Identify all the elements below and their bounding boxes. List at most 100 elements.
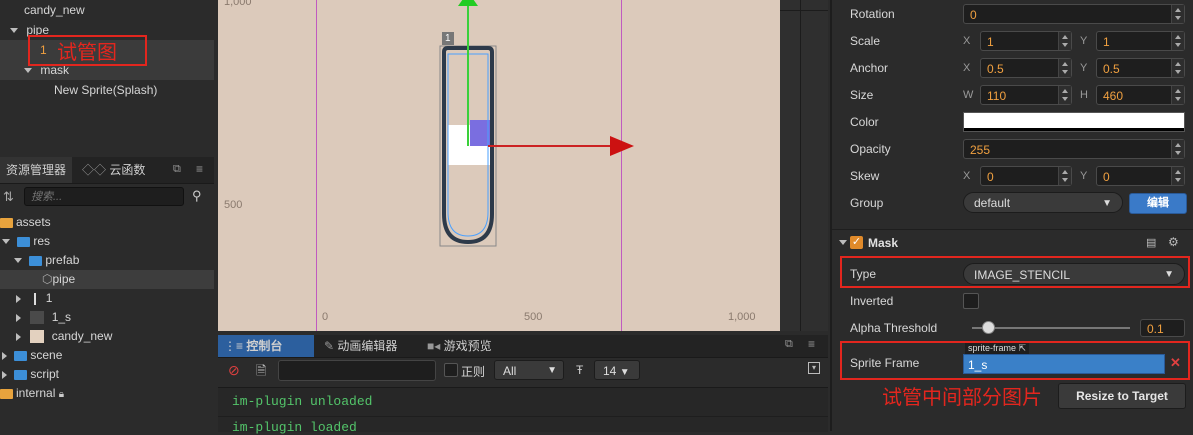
asset-candy-new[interactable]: candy_new <box>0 327 214 346</box>
stepper-icon[interactable] <box>1171 59 1184 77</box>
texture-icon <box>30 330 45 344</box>
group-value: default <box>974 196 1011 210</box>
expand-arrow-icon[interactable] <box>2 351 7 360</box>
expand-arrow-icon[interactable] <box>16 332 21 341</box>
size-w-input[interactable]: 110 <box>980 85 1072 105</box>
anchor-y-input[interactable]: 0.5 <box>1096 58 1185 78</box>
stepper-icon[interactable] <box>1171 86 1184 104</box>
scale-label: Scale <box>850 34 881 48</box>
anchor-handle <box>470 120 492 146</box>
size-h-value: 460 <box>1103 89 1124 103</box>
texture-icon <box>34 292 37 305</box>
stepper-icon[interactable] <box>1171 32 1184 50</box>
skew-y-input[interactable]: 0 <box>1096 166 1185 186</box>
tab-animation-editor[interactable]: ✎ 动画编辑器 <box>318 335 403 357</box>
asset-label: 1_s <box>51 310 72 324</box>
scale-y-input[interactable]: 1 <box>1096 31 1185 51</box>
asset-prefab[interactable]: prefab <box>0 251 214 270</box>
expand-arrow-icon[interactable] <box>14 258 22 264</box>
hierarchy-node-candy-new[interactable]: candy_new <box>0 0 214 20</box>
anchor-x-input[interactable]: 0.5 <box>980 58 1072 78</box>
inverted-checkbox[interactable] <box>963 293 979 309</box>
tab-assets[interactable]: 资源管理器 <box>0 157 73 183</box>
tab-console[interactable]: ⋮≡ 控制台 <box>218 335 314 357</box>
edit-group-button[interactable]: 编辑 <box>1129 193 1187 214</box>
alpha-slider-track[interactable] <box>972 327 1130 329</box>
stepper-icon[interactable] <box>1171 140 1184 158</box>
log-line: im-plugin unloaded <box>232 394 373 409</box>
folder-icon <box>14 369 28 380</box>
annotation-text: 试管图 <box>57 42 117 64</box>
asset-res[interactable]: res <box>0 232 214 251</box>
popout-icon[interactable]: ⧉ <box>173 163 181 176</box>
expand-arrow-icon[interactable] <box>24 68 32 74</box>
expand-arrow-icon[interactable] <box>10 28 18 34</box>
rotation-value: 0 <box>970 8 977 22</box>
asset-internal[interactable]: internal 🔒︎ <box>0 384 214 403</box>
asset-assets[interactable]: assets <box>0 213 214 232</box>
size-h-input[interactable]: 460 <box>1096 85 1185 105</box>
menu-icon[interactable]: ≡ <box>196 162 203 176</box>
alpha-slider-handle[interactable] <box>982 321 995 334</box>
rotation-label: Rotation <box>850 7 895 21</box>
search-icon[interactable]: ⚲ <box>192 188 202 204</box>
sort-icon[interactable]: ⇅ <box>3 189 14 205</box>
stepper-icon[interactable] <box>1058 59 1071 77</box>
texture-icon <box>30 311 45 325</box>
collapse-arrow-icon[interactable] <box>839 240 847 245</box>
document-icon[interactable]: 🗎︎ <box>256 362 266 384</box>
mask-enabled-checkbox[interactable]: ✓ <box>850 236 863 249</box>
asset-scene[interactable]: scene <box>0 346 214 365</box>
stepper-icon[interactable] <box>1058 86 1071 104</box>
assets-search-input[interactable] <box>24 187 184 206</box>
font-size-icon: Ŧ <box>576 363 584 377</box>
color-swatch[interactable] <box>963 112 1185 132</box>
assets-tabbar: 资源管理器 ◇◇ 云函数 ⧉ ≡ <box>0 157 214 184</box>
regex-checkbox[interactable] <box>444 363 458 377</box>
skew-x-input[interactable]: 0 <box>980 166 1072 186</box>
asset-pipe[interactable]: ⬡pipe <box>0 270 214 289</box>
alpha-threshold-value: 0.1 <box>1147 322 1164 336</box>
asset-1-s[interactable]: 1_s <box>0 308 214 327</box>
tab-cloud-label: 云函数 <box>109 163 146 177</box>
stepper-icon[interactable] <box>1058 167 1071 185</box>
alpha-threshold-input[interactable]: 0.1 <box>1140 319 1185 337</box>
font-size-select[interactable]: 14 ▼ <box>594 360 640 380</box>
gear-icon[interactable]: ⚙ <box>1168 235 1179 249</box>
collapse-icon[interactable]: ▾ <box>808 362 820 374</box>
asset-script[interactable]: script <box>0 365 214 384</box>
scene-view[interactable]: 1,000 500 0 500 1,000 1 <box>218 0 780 331</box>
help-icon[interactable]: ▤ <box>1146 236 1156 249</box>
expand-arrow-icon[interactable] <box>16 294 21 303</box>
rotation-input[interactable]: 0 <box>963 4 1185 24</box>
scale-x-value: 1 <box>987 35 994 49</box>
y-letter: Y <box>1080 170 1088 182</box>
expand-arrow-icon[interactable] <box>2 239 10 245</box>
console-tabbar: ⋮≡ 控制台 ✎ 动画编辑器 ■◂ 游戏预览 ⧉ ≡ <box>218 335 828 358</box>
prefab-icon: ⬡ <box>42 272 53 286</box>
resize-to-target-button[interactable]: Resize to Target <box>1058 383 1186 409</box>
stepper-icon[interactable] <box>1171 167 1184 185</box>
opacity-input[interactable]: 255 <box>963 139 1185 159</box>
asset-label: candy_new <box>51 329 113 343</box>
scale-y-value: 1 <box>1103 35 1110 49</box>
anchor-y-value: 0.5 <box>1103 62 1120 76</box>
console-panel: ⋮≡ 控制台 ✎ 动画编辑器 ■◂ 游戏预览 ⧉ ≡ ⊘ 🗎︎ 正则 All ▼… <box>218 335 828 435</box>
scale-x-input[interactable]: 1 <box>980 31 1072 51</box>
stepper-icon[interactable] <box>1171 5 1184 23</box>
group-select[interactable]: default ▼ <box>963 192 1123 213</box>
tab-cloud-functions[interactable]: ◇◇ 云函数 <box>76 157 151 183</box>
expand-arrow-icon[interactable] <box>2 370 7 379</box>
expand-arrow-icon[interactable] <box>16 313 21 322</box>
log-level-select[interactable]: All ▼ <box>494 360 564 380</box>
stepper-icon[interactable] <box>1058 32 1071 50</box>
asset-1[interactable]: 1 <box>0 289 214 308</box>
tab-game-preview[interactable]: ■◂ 游戏预览 <box>421 335 498 357</box>
console-filter-input[interactable] <box>278 360 436 381</box>
menu-icon[interactable]: ≡ <box>808 337 815 351</box>
hierarchy-node-new-sprite[interactable]: New Sprite(Splash) <box>0 80 214 100</box>
popout-icon[interactable]: ⧉ <box>785 338 793 351</box>
inspector-panel: Rotation 0 Scale X 1 Y 1 Anchor X 0.5 Y … <box>830 0 1193 431</box>
clear-icon[interactable]: ⊘ <box>228 362 240 379</box>
skew-y-value: 0 <box>1103 170 1110 184</box>
